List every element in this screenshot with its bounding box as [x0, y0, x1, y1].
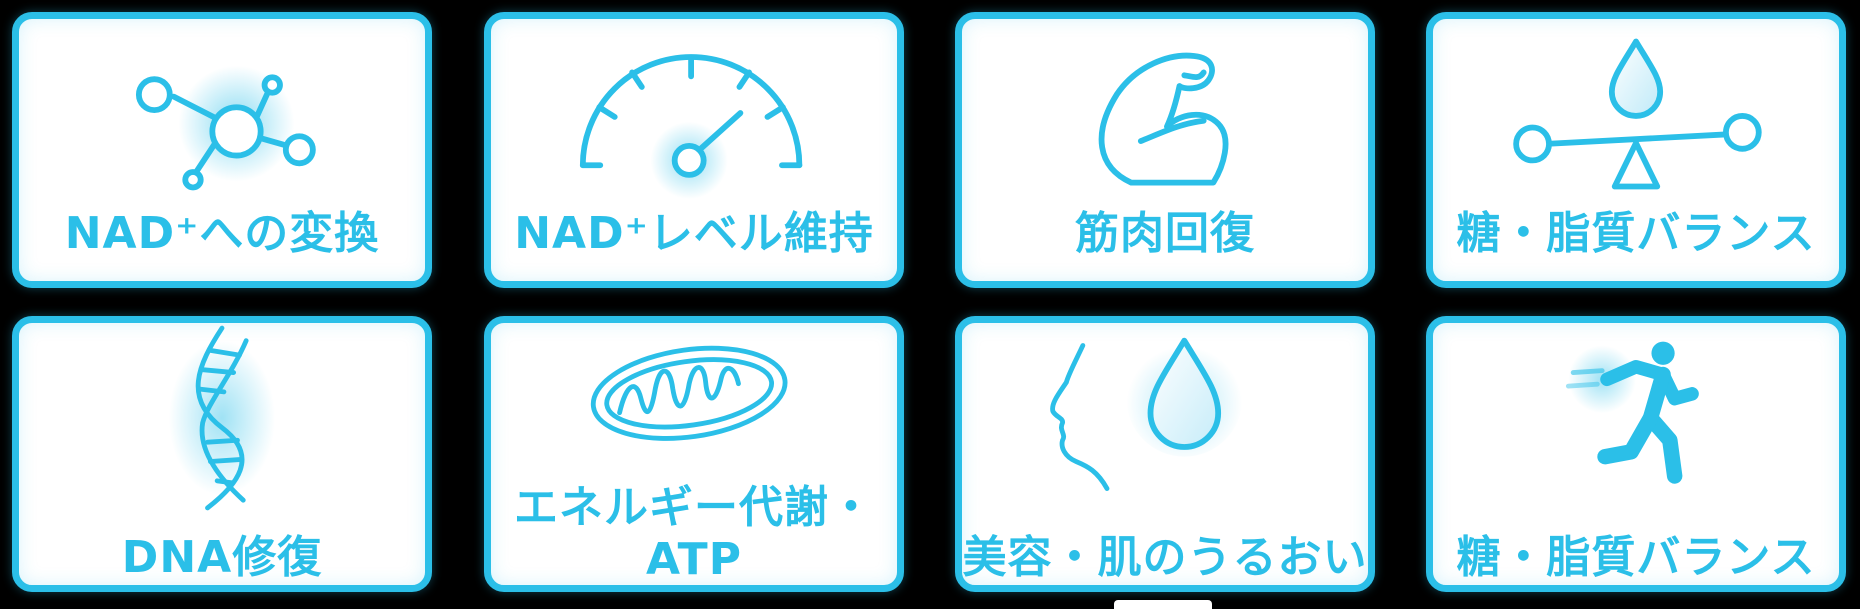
- gauge-icon: [491, 19, 897, 209]
- card-label: 糖・脂質バランス: [1456, 208, 1816, 259]
- card-label: NAD⁺への変換: [64, 208, 380, 259]
- card-sugar-lipid-balance: 糖・脂質バランス: [1426, 12, 1846, 288]
- card-label-line-1: エネルギー代謝・: [514, 482, 874, 533]
- dna-icon: [19, 323, 425, 513]
- card-dna-repair: DNA修復: [12, 316, 432, 592]
- card-sugar-lipid-balance-2: 糖・脂質バランス: [1426, 316, 1846, 592]
- card-muscle-recovery: 筋肉回復: [955, 12, 1375, 288]
- card-label: DNA修復: [121, 532, 323, 583]
- card-nad-level: NAD⁺レベル維持: [484, 12, 904, 288]
- running-person-icon: [1433, 323, 1839, 513]
- card-nad-conversion: NAD⁺への変換: [12, 12, 432, 288]
- balance-scale-icon: [1433, 19, 1839, 209]
- card-label: NAD⁺レベル維持: [514, 208, 874, 259]
- card-label: 美容・肌のうるおい: [962, 532, 1368, 583]
- card-energy-metabolism: エネルギー代謝・ ATP: [484, 316, 904, 592]
- card-label: 筋肉回復: [1075, 208, 1255, 259]
- molecule-icon: [19, 19, 425, 209]
- card-beauty-skin: 美容・肌のうるおい: [955, 316, 1375, 592]
- card-label: 糖・脂質バランス: [1456, 532, 1816, 583]
- partial-element-bottom: [1114, 600, 1212, 609]
- muscle-arm-icon: [962, 19, 1368, 209]
- mitochondria-icon: [491, 323, 897, 483]
- card-label-line-2: ATP: [646, 534, 742, 585]
- face-droplet-icon: [962, 323, 1368, 513]
